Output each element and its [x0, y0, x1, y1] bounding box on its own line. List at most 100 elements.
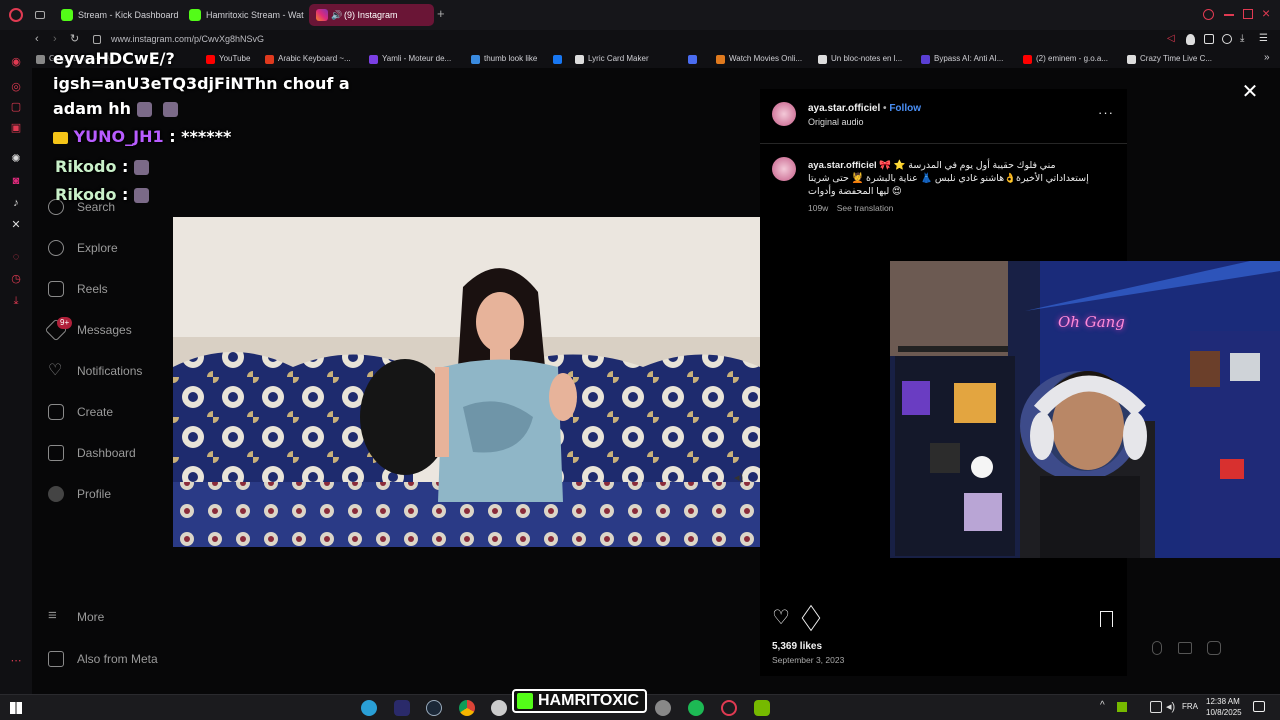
minimize-button[interactable] [1224, 14, 1234, 16]
windows-start-icon[interactable] [10, 702, 22, 714]
caption-line-1: مني فلوك حقيبة أول يوم في المدرسة ⭐ 🎀 [879, 160, 1056, 171]
extensions-icon[interactable] [1204, 34, 1214, 44]
post-username[interactable]: aya.star.officiel • Follow [808, 103, 921, 114]
close-window-button[interactable]: × [1262, 6, 1274, 20]
clock-date[interactable]: 10/8/2025 [1206, 708, 1242, 717]
bookmark-yamli[interactable]: Yamli - Moteur de... [369, 53, 451, 65]
nav-more[interactable]: ≡ More [48, 607, 104, 627]
network-icon[interactable] [1150, 701, 1162, 713]
bookmark-thumb-look-like[interactable]: thumb look like [471, 53, 537, 65]
premiere-icon[interactable] [394, 700, 410, 716]
tab-overview-icon[interactable] [35, 11, 45, 19]
back-button[interactable]: ‹ [35, 33, 39, 45]
instagram-sidebar-icon[interactable]: ◙ [9, 174, 23, 188]
bookmark-docs[interactable] [688, 53, 701, 65]
tab-kick-dashboard[interactable]: Stream - Kick Dashboard [54, 4, 178, 26]
caption-username[interactable]: aya.star.officiel [808, 160, 877, 171]
nav-reels[interactable]: Reels [48, 279, 108, 299]
nav-dashboard[interactable]: Dashboard [48, 443, 136, 463]
chat-icon[interactable]: ▢ [9, 100, 23, 114]
speaker-icon[interactable]: 🔊 [331, 4, 342, 26]
tiktok-icon[interactable]: ♪ [9, 196, 23, 210]
clock-time[interactable]: 12:38 AM [1206, 697, 1240, 706]
bookmark-lyric-card-maker[interactable]: Lyric Card Maker [575, 53, 649, 65]
messenger-icon[interactable]: ◉ [9, 55, 23, 69]
tab-hamritoxic-stream[interactable]: Hamritoxic Stream - Watc [182, 4, 304, 26]
volume-tray-icon[interactable]: ◂) [1166, 700, 1175, 713]
see-translation-link[interactable]: See translation [837, 203, 894, 213]
lightbulb-icon[interactable] [1186, 34, 1195, 45]
avatar[interactable] [772, 102, 796, 126]
follow-button[interactable]: Follow [889, 103, 921, 114]
profile-icon[interactable] [1222, 34, 1232, 44]
nav-label: Reels [77, 282, 108, 296]
spotify-icon[interactable] [688, 700, 704, 716]
chrome-icon[interactable] [459, 700, 475, 716]
bookmark-label: Lyric Card Maker [588, 54, 649, 63]
tab-instagram[interactable]: 🔊 (9) Instagram [309, 4, 434, 26]
nvidia-icon[interactable] [754, 700, 770, 716]
opera-menu-icon[interactable] [9, 8, 23, 22]
bookmarks-container: Gen... Emoji — Al... YouTube Arabic Keyboa… [36, 50, 1266, 68]
tray-chevron-icon[interactable]: ^ [1100, 700, 1105, 711]
x-icon[interactable]: ✕ [9, 218, 23, 232]
bookmark-eminem[interactable]: (2) eminem - g.o.a... [1023, 53, 1108, 65]
more-options-icon[interactable]: ··· [1098, 105, 1114, 120]
caption-avatar[interactable] [772, 157, 796, 181]
original-audio-link[interactable]: Original audio [808, 117, 864, 127]
likes-count[interactable]: 5,369 likes [772, 641, 822, 652]
bookmark-bypass-ai[interactable]: Bypass AI: Anti AI... [921, 53, 1003, 65]
bookmarks-more-icon[interactable]: » [1264, 52, 1270, 63]
language-indicator[interactable]: FRA [1182, 702, 1198, 711]
username-text[interactable]: aya.star.officiel [808, 103, 880, 114]
nav-also-from-meta[interactable]: Also from Meta [48, 649, 158, 669]
downloads-icon[interactable]: ⤓ [9, 294, 23, 308]
forward-button[interactable]: › [53, 33, 57, 45]
save-icon[interactable] [1100, 611, 1113, 627]
bookmark-arabic-keyboard[interactable]: Arabic Keyboard ~... [265, 53, 351, 65]
nav-messages[interactable]: 9+ Messages [44, 317, 132, 342]
share-icon[interactable] [801, 604, 821, 632]
image-icon[interactable] [1178, 642, 1192, 654]
reload-button[interactable]: ↻ [70, 32, 79, 45]
bookmark-facebook[interactable] [553, 53, 566, 65]
nav-explore[interactable]: Explore [48, 238, 118, 258]
kick-icon [61, 9, 73, 21]
opera-sidebar: ◉ ◎ ▢ ▣ ✺ ◙ ♪ ✕ ◌ ◷ ⤓ ⋯ [0, 50, 32, 694]
close-icon[interactable]: ✕ [1240, 82, 1260, 102]
tray-app-icon[interactable] [1117, 702, 1127, 712]
mic-icon[interactable] [1152, 641, 1162, 655]
nav-notifications[interactable]: ♡ Notifications [48, 361, 142, 381]
app-icon[interactable] [491, 700, 507, 716]
new-tab-button[interactable]: + [437, 7, 449, 21]
like-icon[interactable]: ♡ [772, 608, 790, 628]
app2-icon[interactable] [655, 700, 671, 716]
steam-icon[interactable] [426, 700, 442, 716]
maximize-button[interactable] [1243, 9, 1253, 19]
sticker-icon[interactable] [1207, 641, 1221, 655]
bookmark-crazy-time[interactable]: Crazy Time Live C... [1127, 53, 1212, 65]
aria-icon[interactable]: ▣ [9, 121, 23, 135]
bookmark-bloc-notes[interactable]: Un bloc-notes en l... [818, 53, 902, 65]
edge-icon[interactable] [361, 700, 377, 716]
chat-line-1: eyvaHDCwE/? [53, 49, 175, 68]
chatgpt-icon[interactable]: ✺ [9, 152, 23, 166]
whatsapp-icon[interactable]: ◎ [9, 80, 23, 94]
menu-icon[interactable]: ☰ [1259, 33, 1268, 44]
volume-icon[interactable]: ◂) [734, 471, 743, 484]
nav-create[interactable]: Create [48, 402, 113, 422]
sidebar-settings-icon[interactable]: ⋯ [9, 654, 23, 668]
post-video[interactable]: ◂) [173, 217, 760, 547]
opera-icon[interactable] [721, 700, 737, 716]
download-icon[interactable]: ⤓ [1240, 33, 1244, 44]
notifications-icon[interactable] [1253, 701, 1265, 712]
history-icon[interactable]: ◷ [9, 272, 23, 286]
pin-icon[interactable]: ◌ [9, 250, 23, 264]
eminem-icon [1023, 55, 1032, 64]
bookmark-youtube[interactable]: YouTube [206, 53, 250, 65]
nav-profile[interactable]: Profile [48, 484, 111, 504]
mute-icon[interactable]: ◁ [1167, 33, 1175, 44]
bookmark-watch-movies[interactable]: Watch Movies Onli... [716, 53, 802, 65]
search-icon[interactable] [1203, 9, 1214, 20]
url-field[interactable]: www.instagram.com/p/CwvXg8hNSvG [111, 34, 264, 44]
